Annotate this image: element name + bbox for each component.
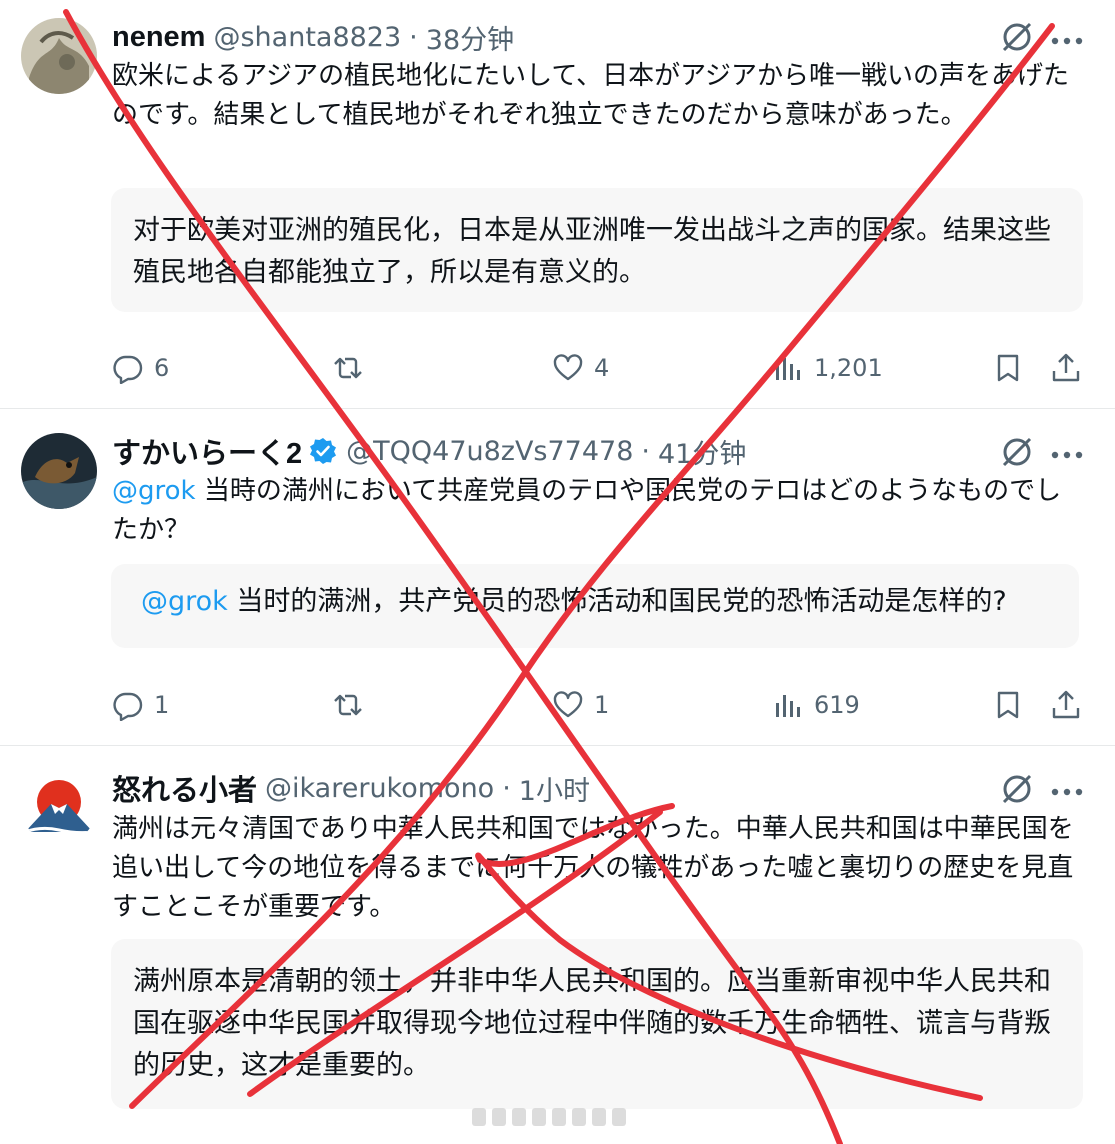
avatar[interactable] — [21, 433, 97, 509]
translation-box: 满州原本是清朝的领土，并非中华人民共和国的。应当重新审视中华人民共和国在驱逐中华… — [111, 939, 1083, 1109]
grok-icon[interactable] — [1000, 772, 1034, 806]
grok-icon[interactable] — [1000, 435, 1034, 469]
tweet-text-content: 当時の満州において共産党員のテロや国民党のテロはどのようなものでしたか？ — [112, 476, 1062, 545]
tweet-text: 欧米によるアジアの植民地化にたいして、日本がアジアから唯一戦いの声をあげたのです… — [112, 61, 1070, 130]
avatar[interactable] — [21, 768, 97, 844]
timestamp[interactable]: 38分钟 — [426, 18, 514, 57]
timestamp[interactable]: 1小时 — [519, 769, 590, 808]
translation-text: 满州原本是清朝的领土，并非中华人民共和国的。应当重新审视中华人民共和国在驱逐中华… — [133, 966, 1051, 1081]
display-name[interactable]: 怒れる小者 — [112, 767, 257, 809]
reply-icon — [113, 355, 143, 384]
retweet-button[interactable] — [332, 685, 364, 725]
separator-dot: · — [409, 21, 418, 53]
like-count: 4 — [594, 354, 610, 382]
views-count: 1,201 — [814, 354, 883, 382]
verified-icon — [308, 436, 338, 466]
user-handle[interactable]: @TQQ47u8zVs77478 — [346, 436, 633, 467]
share-icon — [1052, 353, 1080, 382]
timestamp[interactable]: 41分钟 — [658, 432, 746, 471]
reply-icon — [113, 692, 143, 721]
tweet-1[interactable]: nenem @shanta8823 · 38分钟 欧米によるアジアの植民地化にた… — [0, 0, 1115, 408]
bookmark-icon — [997, 354, 1019, 382]
share-button[interactable] — [1050, 348, 1082, 388]
mention-link[interactable]: @grok — [141, 586, 228, 617]
separator-dot: · — [641, 435, 650, 467]
translation-box: 对于欧美对亚洲的殖民化，日本是从亚洲唯一发出战斗之声的国家。结果这些殖民地各自都… — [111, 188, 1083, 312]
translation-text: 当时的满洲，共产党员的恐怖活动和国民党的恐怖活动是怎样的? — [227, 586, 1007, 617]
separator-dot: · — [502, 772, 511, 804]
tweet-3[interactable]: 怒れる小者 @ikarerukomono · 1小时 満州は元々清国であり中華人… — [0, 746, 1115, 1144]
views-button[interactable]: 619 — [772, 685, 860, 725]
tweet-text: 満州は元々清国であり中華人民共和国ではなかった。中華人民共和国は中華民国を追い出… — [112, 814, 1074, 922]
retweet-button[interactable] — [332, 348, 364, 388]
watermark — [470, 1102, 650, 1132]
like-icon — [553, 354, 583, 381]
reply-button[interactable]: 6 — [112, 348, 169, 388]
reply-count: 1 — [154, 691, 170, 719]
reply-count: 6 — [154, 354, 170, 382]
tweet-header: すかいらーく2 @TQQ47u8zVs77478 · 41分钟 — [112, 431, 746, 471]
views-button[interactable]: 1,201 — [772, 348, 883, 388]
display-name[interactable]: nenem — [112, 21, 205, 54]
more-icon[interactable] — [1050, 32, 1084, 45]
tweet-text: @grok 当時の満州において共産党員のテロや国民党のテロはどのようなものでした… — [112, 472, 1072, 550]
user-handle[interactable]: @shanta8823 — [213, 22, 401, 53]
reply-button[interactable]: 1 — [112, 685, 169, 725]
more-icon[interactable] — [1050, 783, 1084, 796]
views-icon — [776, 358, 800, 380]
action-bar: 1 1 619 — [112, 685, 1087, 725]
mention-link[interactable]: @grok — [112, 476, 196, 506]
avatar[interactable] — [21, 18, 97, 94]
grok-icon[interactable] — [1000, 20, 1034, 54]
bookmark-button[interactable] — [992, 685, 1024, 725]
share-icon — [1052, 690, 1080, 719]
more-icon[interactable] — [1050, 446, 1084, 459]
retweet-icon — [334, 694, 362, 716]
views-count: 619 — [814, 691, 860, 719]
tweet-header: 怒れる小者 @ikarerukomono · 1小时 — [112, 768, 590, 808]
like-icon — [553, 691, 583, 718]
like-count: 1 — [594, 691, 610, 719]
translation-text: 对于欧美对亚洲的殖民化，日本是从亚洲唯一发出战斗之声的国家。结果这些殖民地各自都… — [133, 215, 1051, 288]
display-name[interactable]: すかいらーく2 — [112, 430, 302, 472]
tweet-header: nenem @shanta8823 · 38分钟 — [112, 17, 514, 57]
like-button[interactable]: 1 — [552, 685, 609, 725]
user-handle[interactable]: @ikarerukomono — [265, 773, 494, 804]
action-bar: 6 4 1,201 — [112, 348, 1087, 388]
views-icon — [776, 695, 800, 717]
like-button[interactable]: 4 — [552, 348, 609, 388]
translation-box: @grok 当时的满洲，共产党员的恐怖活动和国民党的恐怖活动是怎样的? — [111, 564, 1079, 648]
bookmark-button[interactable] — [992, 348, 1024, 388]
retweet-icon — [334, 357, 362, 379]
bookmark-icon — [997, 691, 1019, 719]
share-button[interactable] — [1050, 685, 1082, 725]
tweet-2[interactable]: すかいらーく2 @TQQ47u8zVs77478 · 41分钟 @grok 当時… — [0, 409, 1115, 745]
